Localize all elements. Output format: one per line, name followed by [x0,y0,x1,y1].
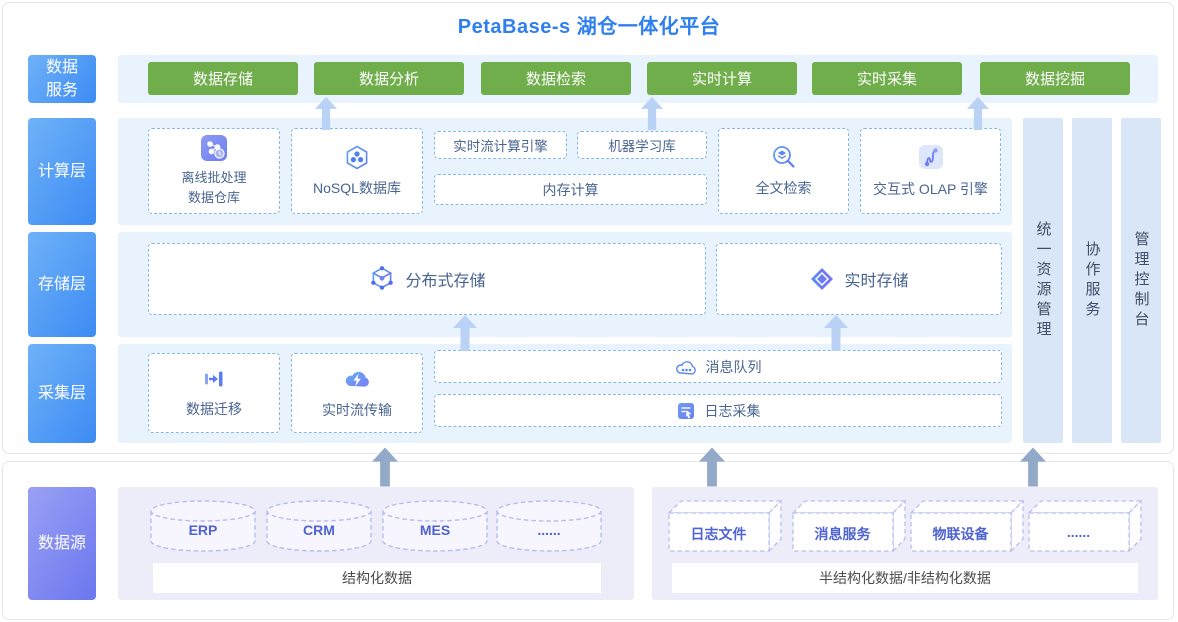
cloud-bolt-icon [343,366,371,392]
datasource-label: ...... [496,522,602,538]
storage-box-realtime: 实时存储 [716,243,1002,315]
datasource-box-log-files: 日志文件 [668,500,782,552]
compute-box-label: 内存计算 [543,180,599,200]
olap-engine-icon [917,143,945,171]
compute-box-label: 实时流计算引擎 [453,135,548,155]
page-title: PetaBase-s 湖仓一体化平台 [0,10,1178,39]
cube-network-icon [368,265,396,293]
datasource-label: ERP [150,522,256,538]
cloud-dots-icon [675,358,697,376]
layer-label-text: 计算层 [38,160,86,183]
compute-box-ml-lib: 机器学习库 [577,131,707,159]
up-arrow-icon [967,97,989,130]
collection-card-label: 数据迁移 [186,399,242,419]
collection-card-label: 实时流传输 [322,400,392,420]
service-button-data-mining: 数据挖掘 [980,62,1130,95]
export-arrow-icon [202,367,226,391]
compute-card-nosql: NoSQL数据库 [291,128,423,214]
database-cluster-icon [200,134,228,162]
compute-box-in-memory: 内存计算 [434,174,707,205]
compute-box-stream-engine: 实时流计算引擎 [434,131,567,159]
unstructured-data-strip: 半结构化数据/非结构化数据 [672,563,1138,593]
collection-box-label: 日志采集 [705,401,761,421]
collection-box-message-queue: 消息队列 [434,350,1002,383]
diamond-icon [809,266,835,292]
compute-card-label: 交互式 OLAP 引擎 [873,179,988,199]
collection-card-stream-transfer: 实时流传输 [291,353,423,433]
service-button-realtime-collect: 实时采集 [812,62,962,95]
column-label: 管理控制台 [1131,231,1152,331]
compute-card-label: 离线批处理 [181,170,246,185]
storage-box-label: 分布式存储 [405,267,485,291]
up-arrow-icon [641,97,663,130]
up-arrow-icon [699,447,725,487]
compute-card-label: 全文检索 [756,178,812,198]
collection-box-label: 消息队列 [706,357,762,377]
service-button-data-search: 数据检索 [481,62,631,95]
column-collaboration-service: 协作服务 [1072,118,1112,443]
up-arrow-icon [372,447,398,487]
datasource-cylinder-mes: MES [382,500,488,554]
datasource-box-iot-devices: 物联设备 [910,500,1024,552]
up-arrow-icon [453,314,477,352]
datasource-label: 消息服务 [792,524,893,544]
service-button-data-analysis: 数据分析 [314,62,464,95]
layer-label-datasource: 数据源 [28,487,96,600]
layer-label-collection: 采集层 [28,344,96,443]
compute-card-offline-batch: 离线批处理 数据仓库 [148,128,280,214]
compute-box-label: 机器学习库 [608,135,676,155]
up-arrow-icon [824,314,848,352]
layer-label-text: 服务 [46,82,78,99]
service-button-data-storage: 数据存储 [148,62,298,95]
layer-label-data-services: 数据 服务 [28,55,96,103]
column-label: 统一资源管理 [1033,221,1054,341]
structured-data-strip: 结构化数据 [153,563,601,593]
hexagon-nodes-icon [344,144,370,170]
compute-card-olap: 交互式 OLAP 引擎 [860,128,1001,214]
datasource-label: MES [382,522,488,538]
petabase-architecture-diagram: PetaBase-s 湖仓一体化平台 数据 服务 计算层 存储层 采集层 数据源… [0,0,1178,622]
up-arrow-icon [1020,447,1046,487]
compute-card-fulltext: 全文检索 [718,128,849,214]
storage-box-label: 实时存储 [844,267,908,291]
datasource-label: 日志文件 [668,524,769,544]
column-management-console: 管理控制台 [1121,118,1161,443]
column-unified-resource-mgmt: 统一资源管理 [1023,118,1063,443]
datasource-box-message-service: 消息服务 [792,500,906,552]
datasource-cylinder-erp: ERP [150,500,256,554]
datasource-cylinder-crm: CRM [266,500,372,554]
layer-label-text: 存储层 [38,273,86,296]
layer-label-storage: 存储层 [28,232,96,337]
column-label: 协作服务 [1082,241,1103,321]
datasource-box-others: ...... [1028,500,1142,552]
datasource-cylinder-others: ...... [496,500,602,554]
datasource-label: ...... [1028,524,1129,540]
collection-card-migration: 数据迁移 [148,353,280,433]
collection-box-log-collect: 日志采集 [434,394,1002,427]
layer-label-text: 采集层 [38,382,86,405]
log-document-icon [676,401,696,421]
layer-label-compute: 计算层 [28,118,96,225]
storage-box-distributed: 分布式存储 [148,243,706,315]
up-arrow-icon [315,97,337,130]
datasource-label: CRM [266,522,372,538]
layer-label-text: 数据源 [38,532,86,555]
datasource-label: 物联设备 [910,524,1011,544]
layer-label-text: 数据 [46,59,78,76]
service-button-realtime-compute: 实时计算 [647,62,797,95]
search-layers-icon [771,144,797,170]
compute-card-label: 数据仓库 [188,190,240,205]
compute-card-label: NoSQL数据库 [313,178,401,198]
